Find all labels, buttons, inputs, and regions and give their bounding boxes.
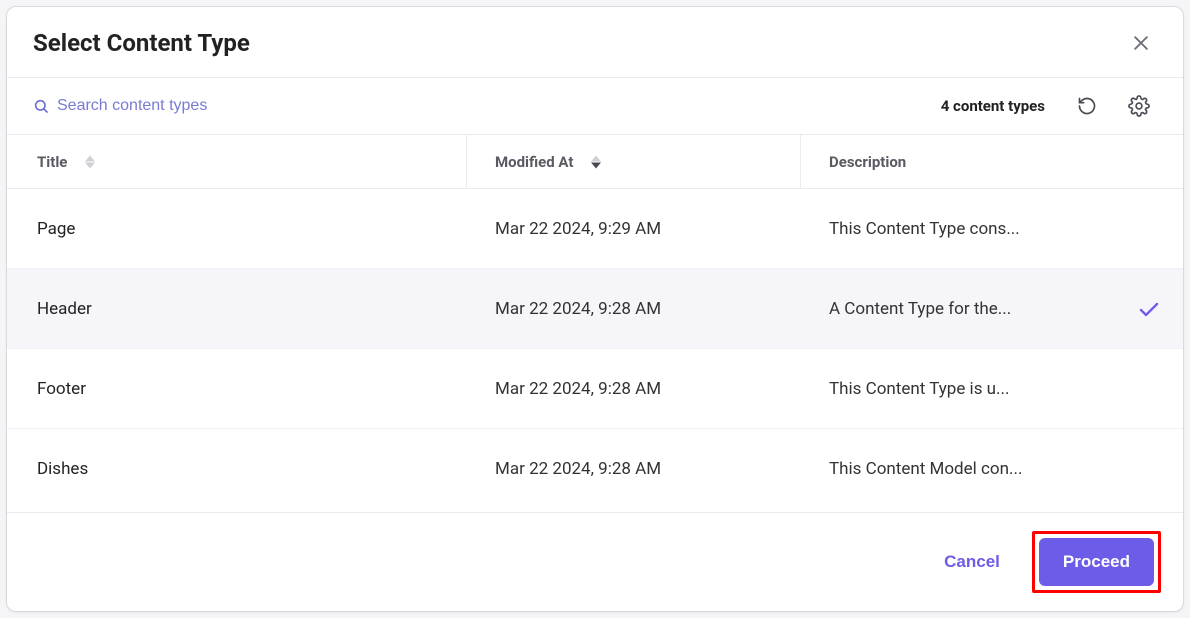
cell-description: This Content Type cons... (801, 219, 1183, 239)
search-input[interactable] (57, 97, 925, 115)
description-text: A Content Type for the... (829, 299, 1011, 319)
content-types-count: 4 content types (941, 97, 1045, 115)
column-modified[interactable]: Modified At (467, 135, 801, 188)
select-content-type-modal: Select Content Type 4 content types Titl… (6, 6, 1184, 612)
close-button[interactable] (1125, 27, 1157, 59)
close-icon (1131, 33, 1151, 53)
table-header: Title Modified At Description (7, 135, 1183, 189)
column-title-label: Title (37, 153, 67, 171)
cell-title: Page (7, 219, 467, 239)
proceed-highlight: Proceed (1032, 531, 1161, 593)
refresh-icon (1077, 96, 1097, 116)
proceed-button[interactable]: Proceed (1039, 538, 1154, 586)
cell-title: Header (7, 299, 467, 319)
table-row[interactable]: Footer Mar 22 2024, 9:28 AM This Content… (7, 349, 1183, 429)
description-text: This Content Type is u... (829, 379, 1010, 399)
table-row[interactable]: Dishes Mar 22 2024, 9:28 AM This Content… (7, 429, 1183, 509)
description-text: This Content Model con... (829, 459, 1022, 479)
sort-icon (591, 155, 601, 169)
search-icon (33, 98, 49, 114)
cell-modified: Mar 22 2024, 9:28 AM (467, 459, 801, 479)
toolbar: 4 content types (7, 78, 1183, 135)
modal-title: Select Content Type (33, 29, 1125, 57)
settings-button[interactable] (1121, 88, 1157, 124)
cell-modified: Mar 22 2024, 9:28 AM (467, 379, 801, 399)
cell-modified: Mar 22 2024, 9:28 AM (467, 299, 801, 319)
cell-description: A Content Type for the... (801, 297, 1183, 321)
column-description: Description (801, 135, 1183, 188)
cell-description: This Content Model con... (801, 459, 1183, 479)
refresh-button[interactable] (1069, 88, 1105, 124)
table-row[interactable]: Page Mar 22 2024, 9:29 AM This Content T… (7, 189, 1183, 269)
table-body: Page Mar 22 2024, 9:29 AM This Content T… (7, 189, 1183, 512)
cell-title: Footer (7, 379, 467, 399)
column-description-label: Description (829, 153, 906, 171)
column-modified-label: Modified At (495, 153, 573, 171)
cell-modified: Mar 22 2024, 9:29 AM (467, 219, 801, 239)
cell-description: This Content Type is u... (801, 379, 1183, 399)
table-row[interactable]: Header Mar 22 2024, 9:28 AM A Content Ty… (7, 269, 1183, 349)
sort-icon (85, 155, 95, 169)
modal-header: Select Content Type (7, 7, 1183, 78)
description-text: This Content Type cons... (829, 219, 1020, 239)
column-title[interactable]: Title (7, 135, 467, 188)
gear-icon (1128, 95, 1150, 117)
search-wrap (33, 97, 925, 115)
cancel-button[interactable]: Cancel (926, 540, 1018, 584)
check-icon (1137, 297, 1161, 321)
content-types-table: Title Modified At Description Page (7, 135, 1183, 512)
modal-footer: Cancel Proceed (7, 512, 1183, 611)
cell-title: Dishes (7, 459, 467, 479)
